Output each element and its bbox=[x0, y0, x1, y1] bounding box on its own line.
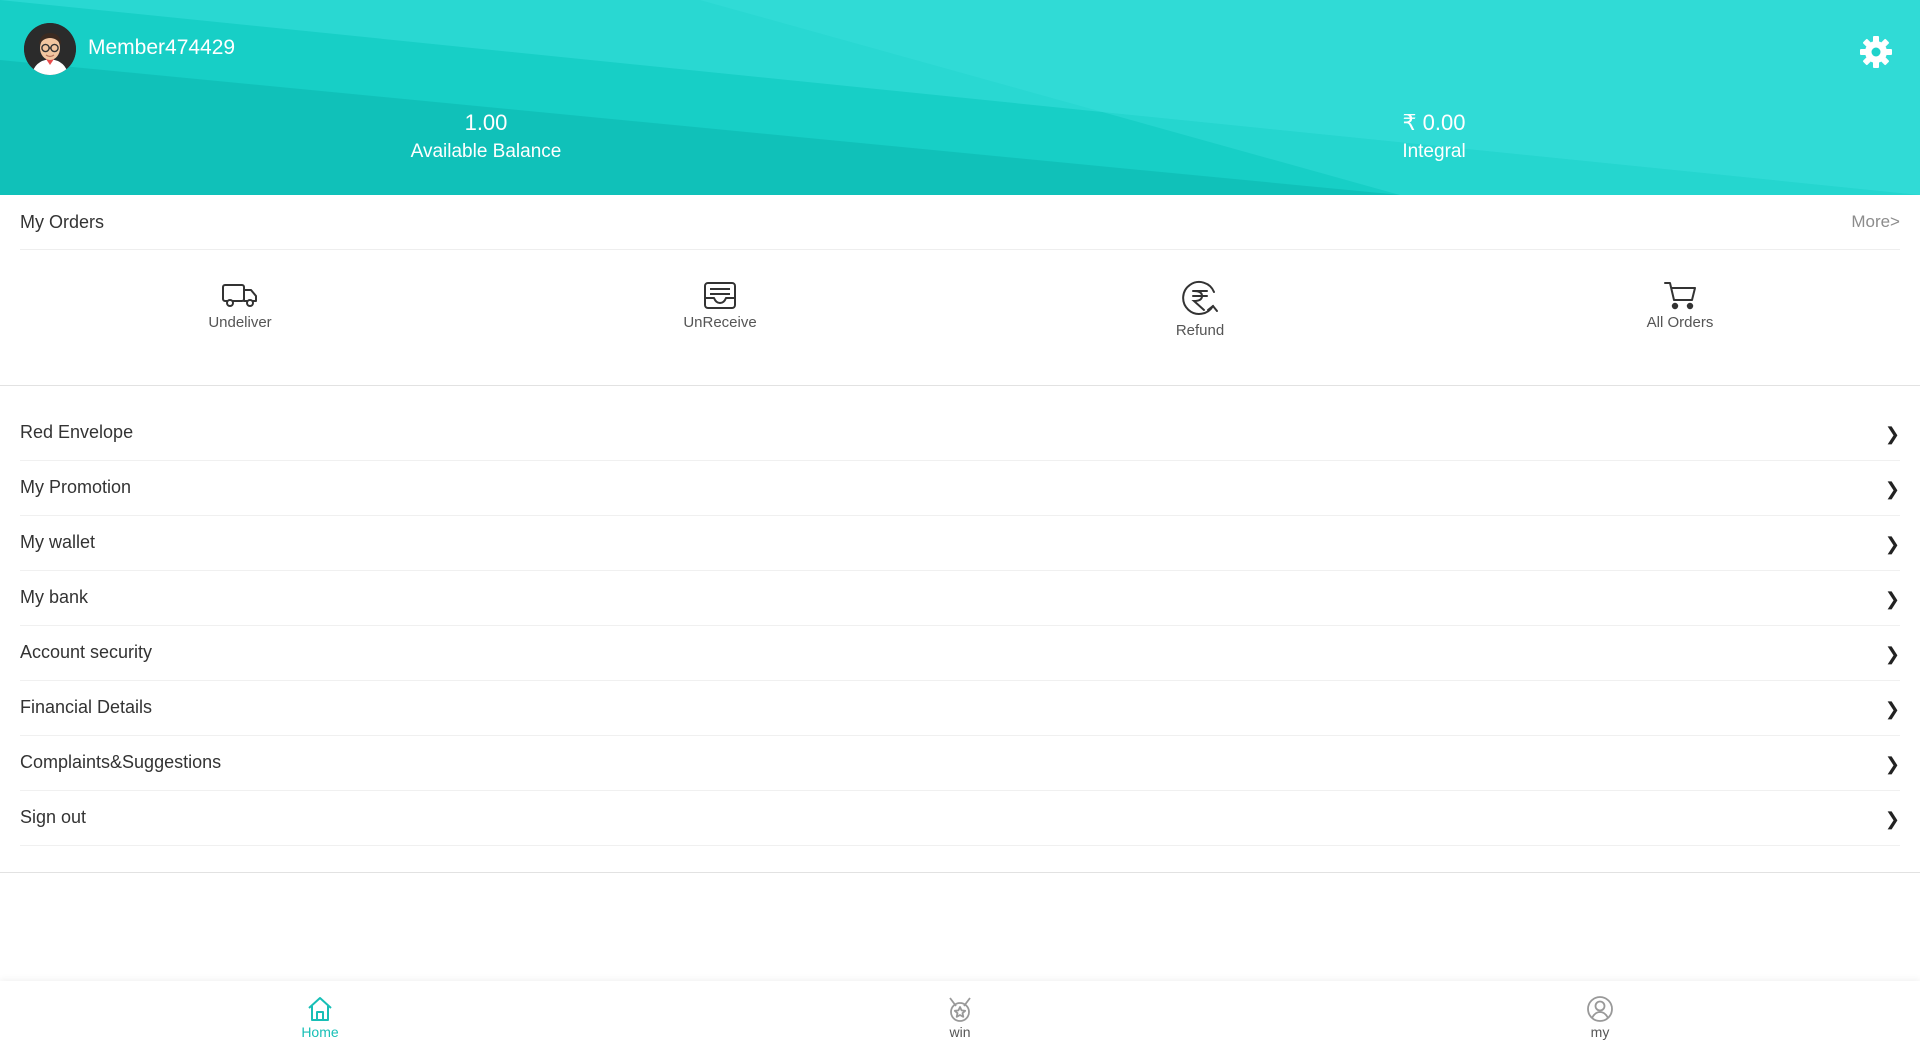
chevron-right-icon: ❯ bbox=[1884, 589, 1900, 609]
tab-my[interactable]: my bbox=[1540, 995, 1660, 1040]
menu-item-label: Complaints&Suggestions bbox=[20, 752, 222, 772]
tab-home-label: Home bbox=[301, 1024, 339, 1040]
chevron-right-icon: ❯ bbox=[1884, 809, 1900, 829]
available-balance[interactable]: 1.00 Available Balance bbox=[326, 110, 646, 164]
menu-item-label: Financial Details bbox=[20, 697, 153, 717]
tab-my-label: my bbox=[1590, 1024, 1610, 1040]
order-refund[interactable]: Refund bbox=[1100, 280, 1300, 339]
menu-item-my-wallet[interactable]: My wallet ❯ bbox=[20, 516, 1900, 571]
orders-more-link[interactable]: More> bbox=[1851, 212, 1900, 232]
bottom-tab-bar: Home win my bbox=[0, 981, 1920, 1052]
orders-header: My Orders More> bbox=[20, 195, 1900, 250]
profile-header: Member474429 1.00 Available Balance ₹ 0.… bbox=[0, 0, 1920, 195]
order-unreceive[interactable]: UnReceive bbox=[620, 280, 820, 331]
menu-item-financial-details[interactable]: Financial Details ❯ bbox=[20, 681, 1900, 736]
chevron-right-icon: ❯ bbox=[1884, 424, 1900, 444]
gear-icon bbox=[1860, 36, 1892, 68]
tab-home[interactable]: Home bbox=[260, 995, 380, 1040]
menu-item-label: Account security bbox=[20, 642, 153, 662]
menu-item-red-envelope[interactable]: Red Envelope ❯ bbox=[20, 406, 1900, 461]
truck-icon bbox=[222, 284, 257, 307]
order-refund-label: Refund bbox=[1175, 322, 1225, 339]
chevron-right-icon: ❯ bbox=[1884, 479, 1900, 499]
menu-item-complaints-suggestions[interactable]: Complaints&Suggestions ❯ bbox=[20, 736, 1900, 791]
cart-icon bbox=[1664, 282, 1696, 310]
inbox-icon bbox=[704, 282, 736, 309]
avatar-icon bbox=[24, 23, 76, 75]
menu-item-account-security[interactable]: Account security ❯ bbox=[20, 626, 1900, 681]
order-all[interactable]: All Orders bbox=[1580, 280, 1780, 331]
user-circle-icon bbox=[1587, 996, 1613, 1022]
balance-label: Available Balance bbox=[410, 141, 562, 162]
menu-item-label: Sign out bbox=[20, 807, 87, 827]
avatar[interactable] bbox=[24, 23, 76, 75]
menu-item-my-promotion[interactable]: My Promotion ❯ bbox=[20, 461, 1900, 516]
chevron-right-icon: ❯ bbox=[1884, 534, 1900, 554]
medal-icon bbox=[949, 997, 971, 1022]
integral[interactable]: ₹ 0.00 Integral bbox=[1274, 110, 1594, 164]
menu-item-my-bank[interactable]: My bank ❯ bbox=[20, 571, 1900, 626]
tab-win-label: win bbox=[949, 1024, 971, 1040]
menu-list: Red Envelope ❯ My Promotion ❯ My wallet … bbox=[0, 384, 1920, 873]
menu-item-sign-out[interactable]: Sign out ❯ bbox=[20, 791, 1900, 846]
orders-title: My Orders bbox=[20, 211, 105, 232]
rupee-refund-icon bbox=[1182, 280, 1218, 315]
order-unreceive-label: UnReceive bbox=[683, 314, 757, 331]
balance-value: 1.00 bbox=[464, 110, 508, 135]
header-background bbox=[0, 0, 1920, 195]
chevron-right-icon: ❯ bbox=[1884, 754, 1900, 774]
menu-item-label: My bank bbox=[20, 587, 89, 607]
menu-item-label: My wallet bbox=[20, 532, 96, 552]
chevron-right-icon: ❯ bbox=[1884, 699, 1900, 719]
tab-win[interactable]: win bbox=[900, 995, 1020, 1040]
chevron-right-icon: ❯ bbox=[1884, 644, 1900, 664]
order-undeliver-label: Undeliver bbox=[208, 314, 272, 331]
integral-label: Integral bbox=[1402, 141, 1466, 162]
integral-value: ₹ 0.00 bbox=[1402, 110, 1466, 135]
order-undeliver[interactable]: Undeliver bbox=[140, 280, 340, 331]
menu-item-label: My Promotion bbox=[20, 477, 132, 497]
settings-button[interactable] bbox=[1858, 34, 1894, 70]
home-icon bbox=[308, 997, 332, 1021]
orders-shortcuts: Undeliver UnReceive Refund All Orders bbox=[0, 250, 1920, 386]
menu-item-label: Red Envelope bbox=[20, 422, 134, 442]
order-all-label: All Orders bbox=[1646, 314, 1714, 331]
username: Member474429 bbox=[88, 36, 236, 59]
